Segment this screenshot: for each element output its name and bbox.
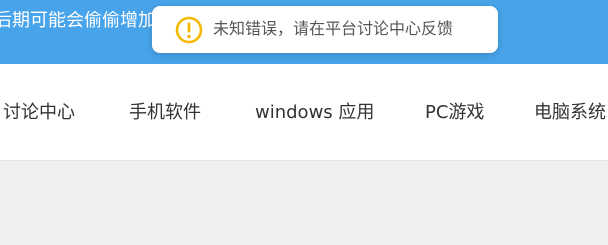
- nav-item-mobile-software[interactable]: 手机软件: [129, 102, 201, 124]
- nav-item-pc-games[interactable]: PC游戏: [425, 102, 484, 124]
- error-toast: 未知错误，请在平台讨论中心反馈: [152, 6, 498, 53]
- content-area: [0, 161, 608, 245]
- nav-item-discussion[interactable]: 讨论中心: [3, 102, 75, 124]
- error-toast-message: 未知错误，请在平台讨论中心反馈: [213, 19, 454, 38]
- nav-item-windows-apps[interactable]: windows 应用: [255, 102, 374, 124]
- top-nav: 讨论中心 手机软件 windows 应用 PC游戏 电脑系统: [0, 64, 608, 161]
- nav-item-pc-system[interactable]: 电脑系统: [534, 102, 606, 124]
- page: 后期可能会偷偷增加一些新的功能，遇到问题请及时反馈窝 讨论中心 手机软件 win…: [0, 0, 608, 245]
- warning-circle-icon: [175, 16, 203, 44]
